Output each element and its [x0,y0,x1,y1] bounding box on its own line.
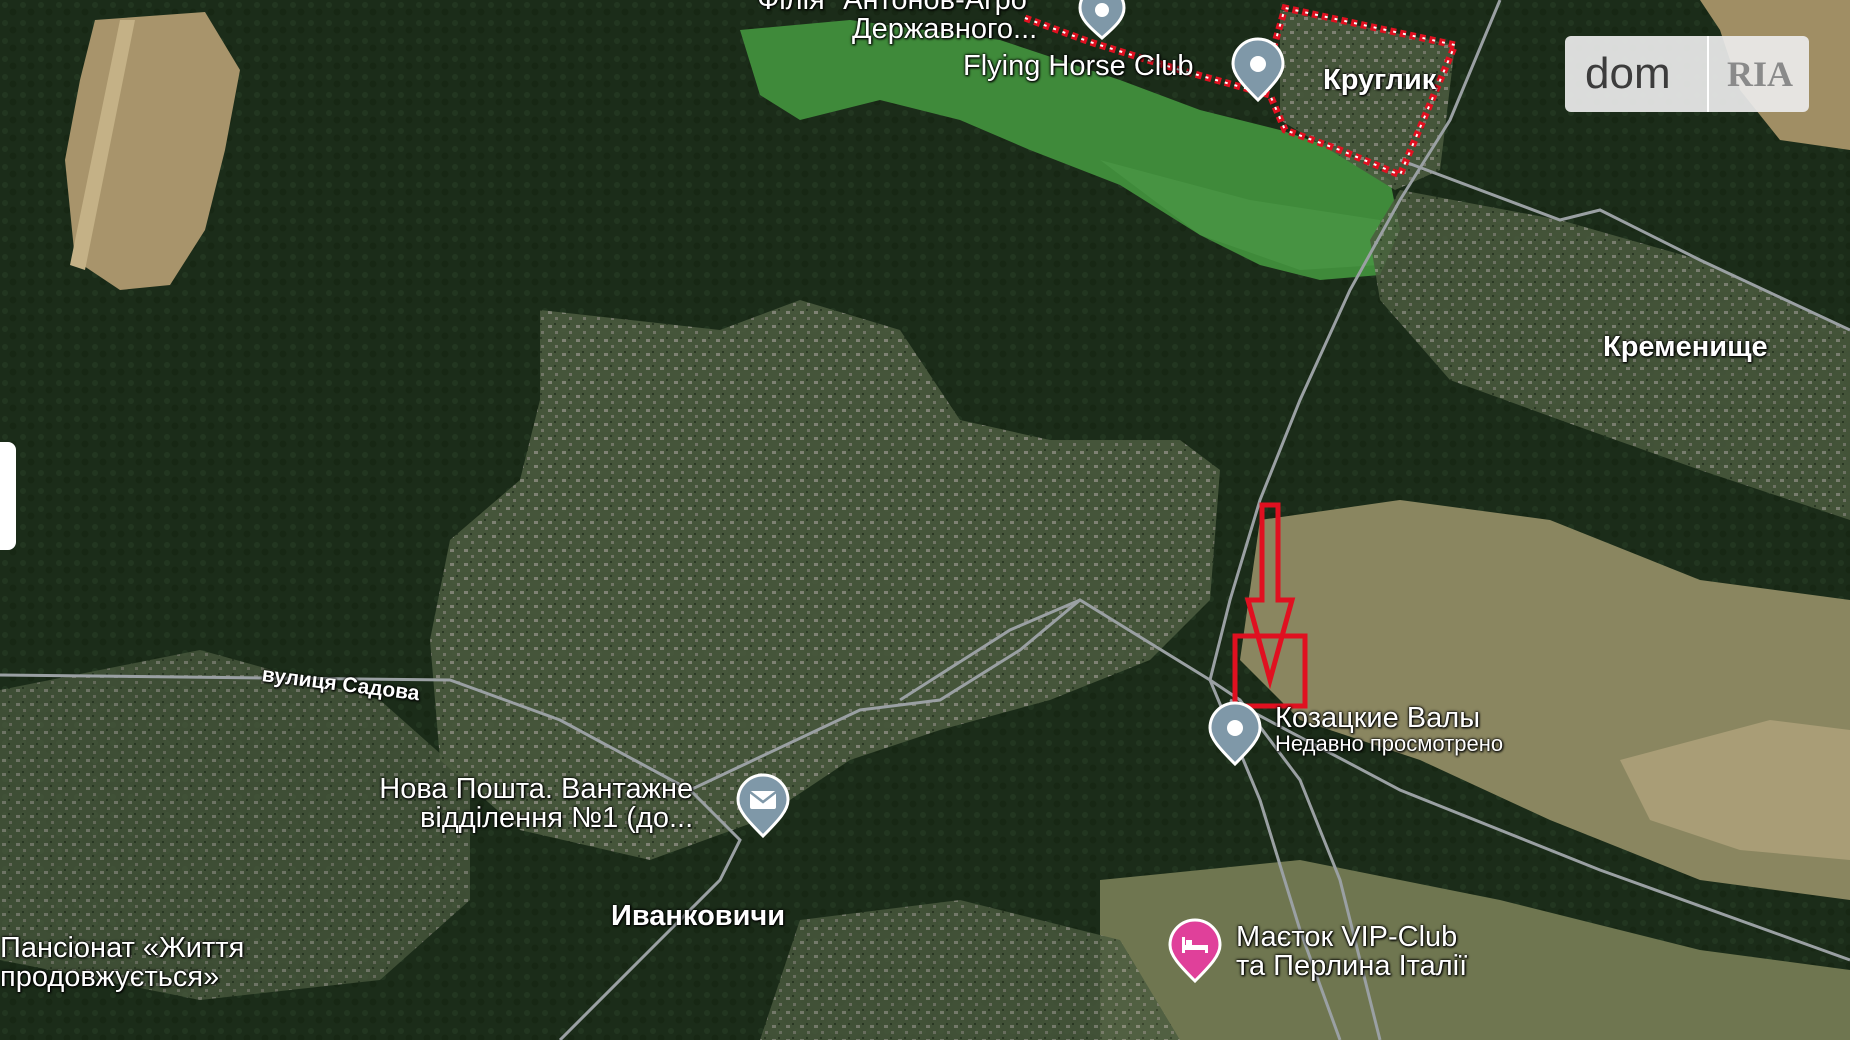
poi-flying-horse-label[interactable]: Flying Horse Club [963,52,1193,81]
logo-dom-text: dom [1585,49,1671,98]
domria-logo: dom RIA [1565,36,1809,112]
place-kremenishche-label: Кременище [1603,331,1768,363]
poi-kozatskie-valy-name: Козацкие Валы [1275,702,1481,734]
poi-pansionat-label[interactable]: Пансіонат «Життя продовжується» [0,934,244,992]
poi-maetok-line2: та Перлина Італії [1236,950,1468,982]
logo-ria-text: RIA [1727,54,1794,94]
poi-maetok-line1: Маєток VIP-Club [1236,921,1458,953]
mail-icon[interactable] [733,772,793,840]
poi-nova-poshta-label[interactable]: Нова Пошта. Вантажне відділення №1 (до..… [370,775,693,833]
map-pin-icon[interactable] [1074,0,1130,40]
place-ivankovychi-label: Иванковичи [611,900,786,932]
poi-nova-poshta-line1: Нова Пошта. Вантажне [379,773,694,805]
satellite-map[interactable] [0,0,1850,1040]
map-pin-icon[interactable] [1205,700,1265,768]
side-panel-toggle[interactable] [0,442,16,550]
poi-filia-label[interactable]: Філія "Антонов-Агро" Державного... [740,0,1037,44]
poi-kozatskie-valy-label[interactable]: Козацкие Валы Недавно просмотрено [1275,704,1503,755]
map-pin-icon[interactable] [1228,36,1288,104]
poi-maetok-label[interactable]: Маєток VIP-Club та Перлина Італії [1236,923,1467,981]
poi-recently-viewed: Недавно просмотрено [1275,731,1504,756]
poi-pansionat-line1: Пансіонат «Життя [0,932,245,964]
place-kruglik-label: Круглик [1323,64,1437,96]
poi-nova-poshta-line2: відділення №1 (до... [420,802,694,834]
hotel-bed-icon[interactable] [1165,917,1225,985]
poi-filia-line2: Державного... [852,13,1038,45]
poi-pansionat-line2: продовжується» [0,961,220,993]
